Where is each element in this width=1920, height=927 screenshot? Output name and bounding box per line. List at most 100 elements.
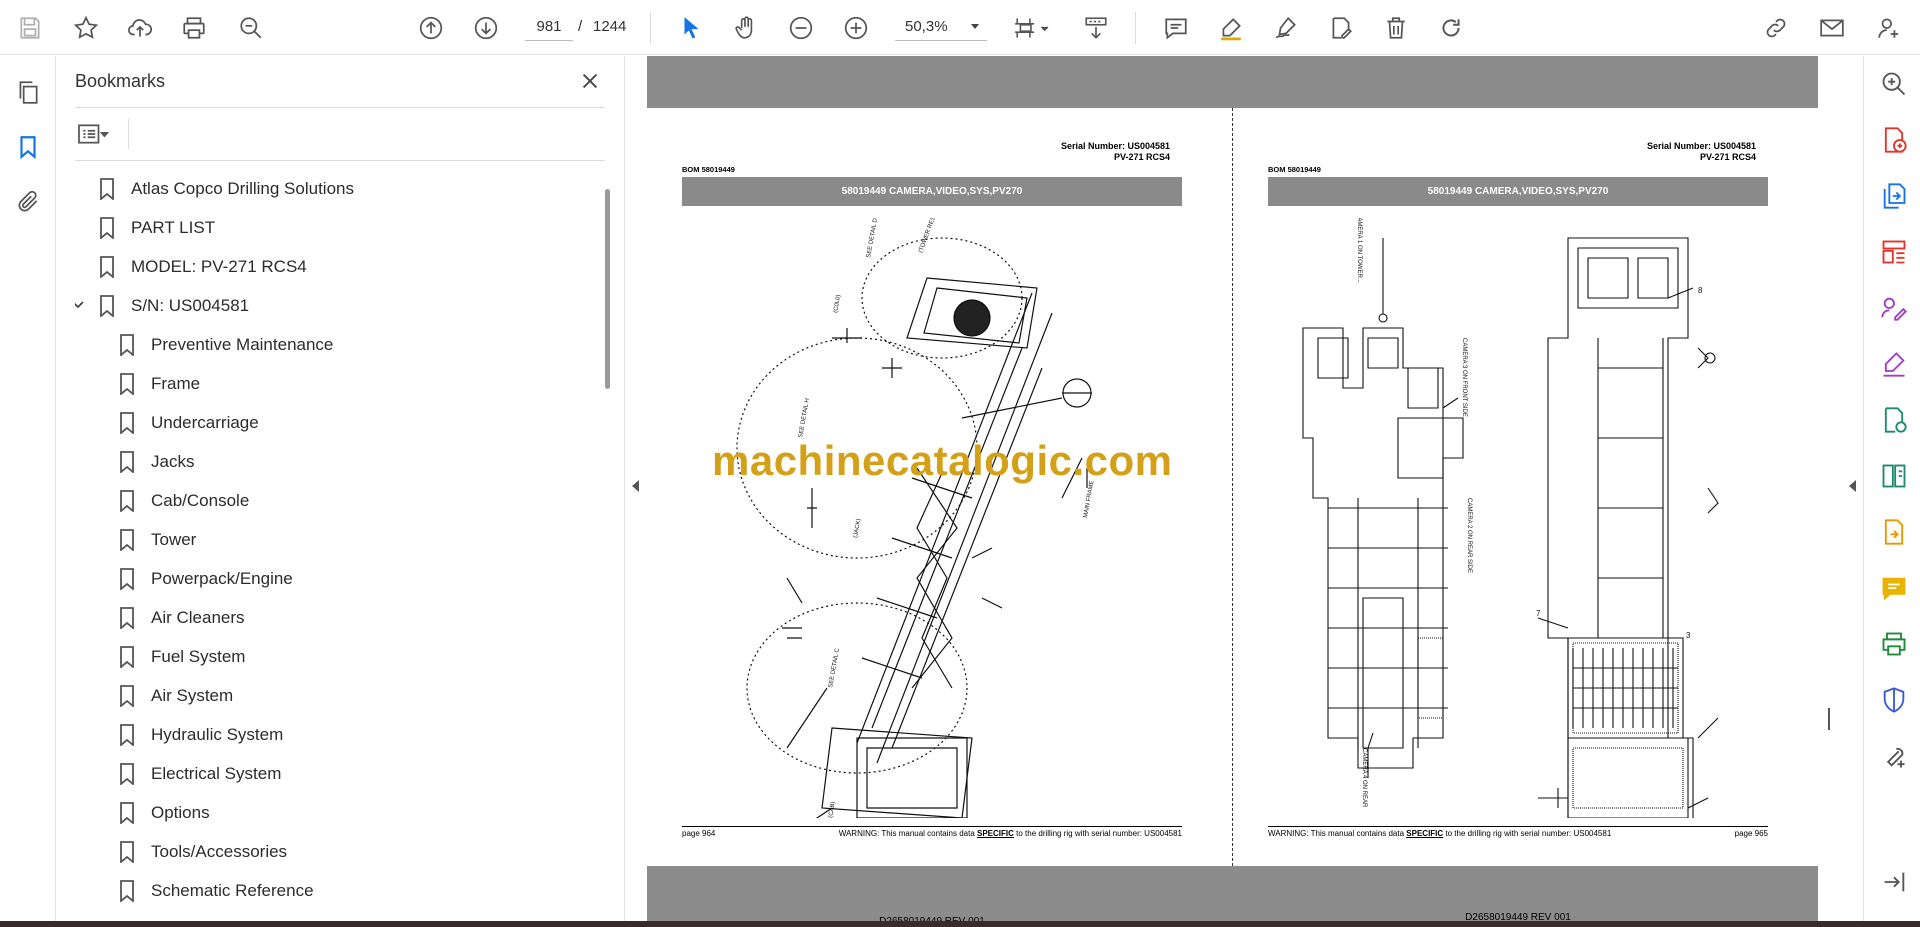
bookmark-icon — [120, 606, 134, 629]
zoom-search-icon[interactable] — [1878, 68, 1910, 100]
bookmarks-scrollbar[interactable] — [605, 189, 610, 389]
serial-number-header: Serial Number: US004581 PV-271 RCS4 — [1061, 141, 1170, 163]
bom-number: BOM 58019449 — [682, 165, 735, 174]
bookmark-icon — [120, 372, 134, 395]
bookmark-item[interactable]: Schematic Reference — [119, 871, 314, 910]
document-scrollbar[interactable] — [1818, 56, 1832, 921]
collapse-right-panel-handle[interactable] — [1849, 480, 1856, 492]
highlight-pen-icon[interactable] — [1215, 12, 1247, 44]
email-icon[interactable] — [1816, 12, 1848, 44]
panel-divider — [128, 119, 129, 149]
star-icon[interactable] — [70, 12, 102, 44]
more-tools-icon[interactable] — [1878, 740, 1910, 772]
account-add-icon[interactable] — [1873, 12, 1905, 44]
svg-text:CAMERA 3 ON FRONT SIDE: CAMERA 3 ON FRONT SIDE — [1461, 338, 1467, 417]
footer-warning: WARNING: This manual contains data SPECI… — [1268, 829, 1611, 838]
request-signature-icon[interactable] — [1878, 292, 1910, 324]
compare-files-icon[interactable] — [1878, 460, 1910, 492]
export-pdf-icon[interactable] — [1878, 124, 1910, 156]
redo-icon[interactable] — [1435, 12, 1467, 44]
close-icon[interactable] — [577, 68, 603, 94]
bookmark-item[interactable]: Options — [119, 793, 210, 832]
fill-sign-icon[interactable] — [1878, 348, 1910, 380]
comment-icon[interactable] — [1160, 12, 1192, 44]
bookmark-item[interactable]: Electrical System — [119, 754, 281, 793]
delete-trash-icon[interactable] — [1380, 12, 1412, 44]
protect-shield-icon[interactable] — [1878, 684, 1910, 716]
print-production-icon[interactable] — [1878, 628, 1910, 660]
list-options-icon — [78, 124, 109, 144]
bookmark-item[interactable]: Hydraulic System — [119, 715, 283, 754]
top-toolbar: 981 / 1244 50,3% — [0, 0, 1920, 55]
document-page-right: Serial Number: US004581 PV-271 RCS4 BOM … — [1233, 108, 1818, 923]
bookmark-item[interactable]: Tools/Accessories — [119, 832, 287, 871]
combine-files-icon[interactable] — [1878, 180, 1910, 212]
zoom-in-icon[interactable] — [840, 12, 872, 44]
send-for-review-icon[interactable] — [1878, 404, 1910, 436]
bookmark-item[interactable]: Undercarriage — [119, 403, 259, 442]
previous-page-icon[interactable] — [415, 12, 447, 44]
next-page-icon[interactable] — [470, 12, 502, 44]
save-icon[interactable] — [14, 12, 46, 44]
collapse-left-panel-handle[interactable] — [632, 480, 639, 492]
edit-document-icon[interactable] — [1325, 12, 1357, 44]
bookmark-icon — [120, 801, 134, 824]
svg-text:SEE DETAIL H: SEE DETAIL H — [798, 398, 811, 438]
bookmark-label: Air System — [151, 685, 234, 705]
warning-text: to the drilling rig with serial number: … — [1013, 829, 1182, 838]
draw-sign-icon[interactable] — [1270, 12, 1302, 44]
taskbar-strip — [0, 921, 1920, 927]
page-fit-icon[interactable] — [1008, 12, 1056, 44]
upload-cloud-icon[interactable] — [124, 12, 156, 44]
bookmark-item[interactable]: MODEL: PV-271 RCS4 — [99, 247, 307, 286]
bookmark-item[interactable]: Tower — [119, 520, 196, 559]
bookmark-item[interactable]: Air System — [119, 676, 233, 715]
bookmark-icon — [120, 411, 134, 434]
section-title-band: 58019449 CAMERA,VIDEO,SYS,PV270 — [1268, 177, 1768, 206]
expand-panel-icon[interactable] — [1878, 866, 1910, 898]
print-icon[interactable] — [178, 12, 210, 44]
bookmark-options-button[interactable] — [75, 119, 125, 149]
bookmark-label: Fuel System — [151, 646, 246, 666]
bookmark-label: S/N: US004581 — [131, 295, 250, 315]
add-comment-icon[interactable] — [1878, 572, 1910, 604]
serial-number-header: Serial Number: US004581 PV-271 RCS4 — [1647, 141, 1756, 163]
bookmark-panel-icon[interactable] — [12, 131, 44, 163]
document-scroll-thumb[interactable] — [1828, 708, 1830, 730]
panel-divider — [75, 160, 605, 161]
zoom-out-icon[interactable] — [785, 12, 817, 44]
bookmark-item[interactable]: Cab/Console — [119, 481, 249, 520]
total-pages: 1244 — [593, 18, 627, 35]
bookmark-item[interactable]: Frame — [119, 364, 200, 403]
bookmark-label: Electrical System — [151, 763, 282, 783]
bookmark-item[interactable]: S/N: US004581 — [75, 286, 250, 325]
find-zoom-icon[interactable] — [235, 12, 267, 44]
bookmark-item[interactable]: Atlas Copco Drilling Solutions — [99, 169, 354, 208]
bookmark-item[interactable]: PART LIST — [99, 208, 215, 247]
svg-text:SEE DETAIL C: SEE DETAIL C — [828, 647, 841, 688]
bookmark-item[interactable]: Preventive Maintenance — [119, 325, 333, 364]
bookmark-icon — [120, 840, 134, 863]
bookmark-label: Tower — [151, 529, 197, 549]
share-link-icon[interactable] — [1760, 12, 1792, 44]
zoom-level-select[interactable]: 50,3% — [895, 13, 987, 41]
bookmark-item[interactable]: Fuel System — [119, 637, 245, 676]
organize-pages-icon[interactable] — [1878, 236, 1910, 268]
bookmark-item[interactable]: Jacks — [119, 442, 194, 481]
scroll-mode-icon[interactable] — [1080, 12, 1112, 44]
chevron-down-icon — [971, 24, 979, 29]
bookmark-label: Atlas Copco Drilling Solutions — [131, 178, 354, 198]
chevron-down-icon[interactable] — [75, 298, 85, 312]
page-thumbnails-icon[interactable] — [12, 76, 44, 108]
serial-number-text: Serial Number: US004581 — [1060, 141, 1170, 151]
technical-drawing: SEE DETAIL D SEE DETAIL H SEE DETAIL C (… — [682, 210, 1182, 927]
select-cursor-icon[interactable] — [675, 12, 707, 44]
right-tools-rail — [1863, 56, 1920, 921]
attachments-icon[interactable] — [12, 186, 44, 218]
hand-tool-icon[interactable] — [730, 12, 762, 44]
export-file-icon[interactable] — [1878, 516, 1910, 548]
bookmark-item[interactable]: Air Cleaners — [119, 598, 245, 637]
current-page-input[interactable]: 981 — [525, 13, 573, 41]
bookmark-item[interactable]: Powerpack/Engine — [119, 559, 293, 598]
bookmark-label: MODEL: PV-271 RCS4 — [131, 256, 307, 276]
